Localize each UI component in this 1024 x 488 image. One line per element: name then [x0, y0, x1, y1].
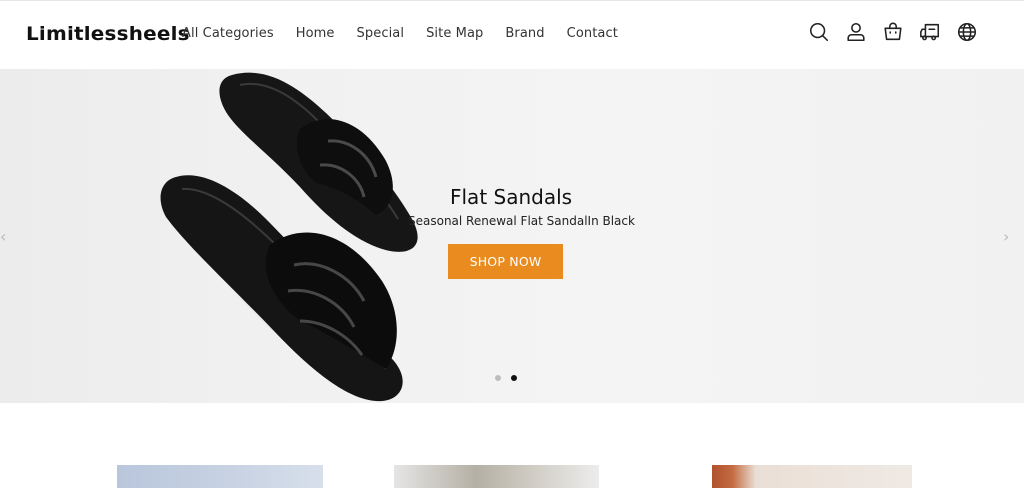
category-thumb-1[interactable] — [117, 465, 323, 488]
slider-dot-2[interactable] — [511, 375, 517, 381]
slider-prev-arrow[interactable]: ‹ — [0, 227, 6, 246]
cart-icon[interactable] — [882, 21, 904, 43]
nav-brand[interactable]: Brand — [505, 26, 544, 41]
slider-dot-1[interactable] — [495, 375, 501, 381]
category-thumb-3[interactable] — [712, 465, 912, 488]
category-thumbnails — [0, 465, 1024, 488]
nav-contact[interactable]: Contact — [567, 26, 618, 41]
account-icon[interactable] — [845, 21, 867, 43]
site-header: Limitlessheels All Categories Home Speci… — [0, 1, 1024, 69]
main-menu: All Categories Home Special Site Map Bra… — [182, 26, 640, 41]
shipping-truck-icon[interactable] — [919, 21, 941, 43]
category-thumb-2[interactable] — [394, 465, 599, 488]
hero-subtitle: Seasonal Renewal Flat SandalIn Black — [408, 214, 635, 228]
hero-slider: ‹ › Flat Sandals Seasonal Renewal Flat S… — [0, 69, 1024, 403]
shop-now-button[interactable]: SHOP NOW — [448, 244, 563, 279]
nav-all-categories[interactable]: All Categories — [182, 26, 274, 41]
search-icon[interactable] — [808, 21, 830, 43]
nav-special[interactable]: Special — [357, 26, 405, 41]
nav-site-map[interactable]: Site Map — [426, 26, 483, 41]
header-icons — [808, 21, 993, 43]
hero-sandals-image — [160, 72, 418, 402]
nav-home[interactable]: Home — [296, 26, 335, 41]
site-logo[interactable]: Limitlessheels — [26, 23, 190, 45]
slider-dots — [495, 375, 517, 381]
slider-next-arrow[interactable]: › — [1003, 227, 1009, 246]
hero-title: Flat Sandals — [450, 185, 573, 209]
language-globe-icon[interactable] — [956, 21, 978, 43]
